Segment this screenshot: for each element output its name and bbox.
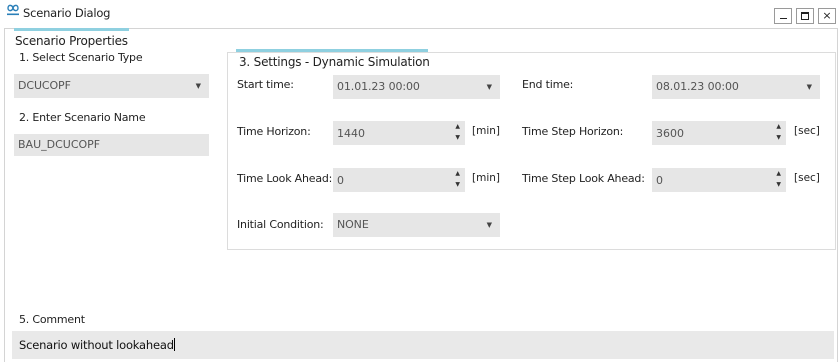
enter-name-label: 2. Enter Scenario Name: [19, 111, 146, 124]
comment-input[interactable]: Scenario without lookahead: [12, 331, 834, 359]
comment-value: Scenario without lookahead: [19, 338, 175, 352]
time-step-look-ahead-spinner[interactable]: 0 ▲ ▼: [652, 168, 786, 192]
title-bar: Scenario Dialog ×: [0, 0, 840, 28]
infinity-logo-icon: [7, 4, 19, 16]
spin-up-icon[interactable]: ▲: [455, 124, 460, 130]
spin-down-icon[interactable]: ▼: [455, 182, 460, 188]
scenario-type-select[interactable]: DCUCOPF ▼: [14, 74, 209, 98]
initial-condition-select[interactable]: NONE ▼: [333, 213, 500, 237]
scenario-name-value: BAU_DCUCOPF: [18, 138, 101, 151]
spin-up-icon[interactable]: ▲: [776, 171, 781, 177]
start-time-label: Start time:: [237, 78, 294, 91]
time-look-ahead-value: 0: [337, 174, 344, 187]
time-step-horizon-value: 3600: [656, 127, 684, 140]
initial-condition-value: NONE: [337, 218, 369, 231]
time-horizon-label: Time Horizon:: [237, 125, 311, 138]
time-step-look-ahead-unit: [sec]: [794, 172, 820, 184]
chevron-down-icon: ▼: [195, 82, 201, 90]
time-step-look-ahead-value: 0: [656, 174, 663, 187]
time-step-look-ahead-label: Time Step Look Ahead:: [522, 172, 645, 185]
initial-condition-label: Initial Condition:: [237, 218, 324, 231]
maximize-button[interactable]: [796, 8, 814, 24]
properties-tab-indicator: [14, 28, 129, 31]
chevron-down-icon: ▼: [486, 221, 492, 229]
end-time-label: End time:: [522, 78, 574, 91]
time-look-ahead-spinner[interactable]: 0 ▲ ▼: [333, 168, 465, 192]
time-horizon-spinner[interactable]: 1440 ▲ ▼: [333, 121, 465, 145]
start-time-value: 01.01.23 00:00: [337, 80, 420, 93]
scenario-properties-heading: Scenario Properties: [15, 34, 128, 48]
close-button[interactable]: ×: [818, 8, 836, 24]
spin-up-icon[interactable]: ▲: [455, 171, 460, 177]
spin-down-icon[interactable]: ▼: [776, 135, 781, 141]
comment-label: 5. Comment: [19, 313, 85, 326]
spin-down-icon[interactable]: ▼: [776, 182, 781, 188]
spin-up-icon[interactable]: ▲: [776, 124, 781, 130]
text-caret: [173, 338, 175, 351]
time-look-ahead-unit: [min]: [472, 172, 500, 184]
chevron-down-icon: ▼: [486, 83, 492, 91]
close-icon: ×: [822, 9, 832, 22]
minimize-icon: [779, 18, 787, 19]
time-step-horizon-spinner[interactable]: 3600 ▲ ▼: [652, 121, 786, 145]
chevron-down-icon: ▼: [806, 83, 812, 91]
select-type-label: 1. Select Scenario Type: [19, 51, 143, 64]
scenario-type-value: DCUCOPF: [18, 79, 71, 92]
end-time-select[interactable]: 08.01.23 00:00 ▼: [652, 75, 820, 99]
settings-tab-indicator: [236, 49, 428, 52]
time-step-horizon-label: Time Step Horizon:: [522, 125, 624, 138]
time-horizon-value: 1440: [337, 127, 365, 140]
scenario-name-input[interactable]: BAU_DCUCOPF: [14, 134, 209, 156]
minimize-button[interactable]: [774, 8, 792, 24]
time-look-ahead-label: Time Look Ahead:: [237, 172, 333, 185]
spin-down-icon[interactable]: ▼: [455, 135, 460, 141]
window-title: Scenario Dialog: [23, 6, 111, 20]
settings-heading: 3. Settings - Dynamic Simulation: [239, 55, 430, 69]
start-time-select[interactable]: 01.01.23 00:00 ▼: [333, 75, 500, 99]
time-horizon-unit: [min]: [472, 125, 500, 137]
time-step-horizon-unit: [sec]: [794, 125, 820, 137]
maximize-icon: [801, 12, 809, 20]
end-time-value: 08.01.23 00:00: [656, 80, 739, 93]
